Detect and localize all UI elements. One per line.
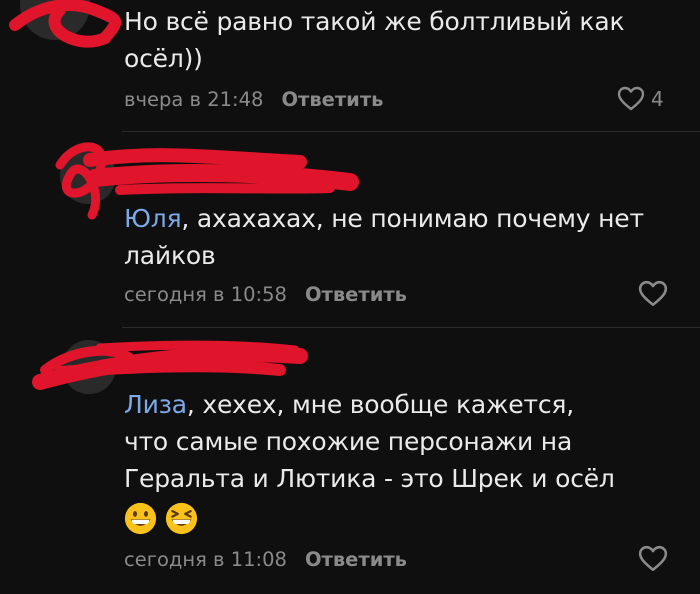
- comment-meta: сегодня в 10:58 Ответить: [124, 283, 407, 306]
- mention-link[interactable]: Лиза: [124, 390, 187, 419]
- comment-text: Лиза, хехех, мне вообще кажется, что сам…: [124, 390, 615, 493]
- avatar[interactable]: [60, 148, 116, 204]
- heart-icon: [638, 545, 668, 571]
- reply-button[interactable]: Ответить: [305, 548, 407, 571]
- timestamp: вчера в 21:48: [124, 88, 264, 111]
- like-button[interactable]: 4: [617, 86, 664, 112]
- squinting-face-emoji: [165, 502, 198, 535]
- reply-button[interactable]: Ответить: [305, 283, 407, 306]
- comment-meta: сегодня в 11:08 Ответить: [124, 548, 407, 571]
- comment-text: Юля, ахахахах, не понимаю почему нет лай…: [124, 204, 644, 270]
- divider: [122, 327, 700, 328]
- timestamp: сегодня в 10:58: [124, 283, 287, 306]
- comment-text: Но всё равно такой же болтливый как осёл…: [124, 7, 625, 73]
- heart-icon: [638, 280, 668, 306]
- avatar[interactable]: [20, 0, 90, 40]
- like-count: 4: [651, 87, 664, 111]
- avatar[interactable]: [62, 340, 116, 394]
- heart-icon: [617, 86, 645, 111]
- like-button[interactable]: [638, 545, 668, 573]
- comment-meta: вчера в 21:48 Ответить: [124, 88, 383, 111]
- reply-button[interactable]: Ответить: [281, 88, 383, 111]
- grinning-face-emoji: [124, 502, 157, 535]
- emoji-row: [124, 502, 198, 535]
- like-button[interactable]: [638, 280, 668, 308]
- timestamp: сегодня в 11:08: [124, 548, 287, 571]
- divider: [122, 131, 700, 132]
- mention-link[interactable]: Юля: [124, 204, 182, 233]
